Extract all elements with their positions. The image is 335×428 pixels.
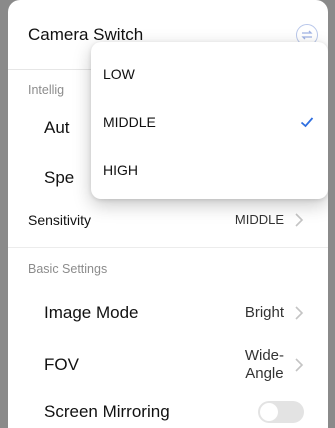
sensitivity-label: Sensitivity	[28, 212, 92, 228]
dropdown-option-label: LOW	[103, 66, 135, 82]
section-label-basic: Basic Settings	[28, 262, 108, 276]
fov-label: FOV	[44, 355, 79, 374]
chevron-right-icon	[295, 306, 304, 320]
dropdown-option-middle[interactable]: MIDDLE	[91, 98, 328, 146]
dropdown-option-label: HIGH	[103, 162, 138, 178]
dropdown-option-label: MIDDLE	[103, 114, 156, 130]
sensitivity-value: MIDDLE	[234, 212, 284, 227]
row-fov[interactable]: FOV Wide- Angle	[8, 345, 328, 385]
dropdown-option-high[interactable]: HIGH	[91, 146, 328, 194]
image-mode-label: Image Mode	[44, 303, 139, 322]
row-sensitivity[interactable]: Sensitivity MIDDLE	[8, 205, 328, 235]
settings-sheet: Camera Switch Intellig Aut Spe Sensitivi…	[8, 0, 328, 428]
row-screen-mirroring: Screen Mirroring	[8, 397, 328, 427]
toggle-knob	[260, 403, 278, 421]
image-mode-value: Bright	[244, 304, 284, 321]
screen-mirroring-label: Screen Mirroring	[44, 402, 170, 421]
row-speed-label: Spe	[44, 168, 75, 187]
chevron-right-icon	[295, 213, 304, 227]
row-image-mode[interactable]: Image Mode Bright	[8, 295, 328, 331]
fov-value: Wide- Angle	[245, 347, 284, 383]
section-label-intelligent: Intellig	[28, 83, 65, 97]
row-auto-label: Aut	[44, 118, 70, 137]
fov-value-line2: Angle	[245, 365, 284, 382]
checkmark-icon	[300, 117, 314, 128]
chevron-right-icon	[295, 358, 304, 372]
screen-mirroring-toggle[interactable]	[258, 401, 304, 423]
fov-value-line1: Wide-	[244, 347, 284, 364]
dropdown-option-low[interactable]: LOW	[91, 50, 328, 98]
sensitivity-dropdown: LOW MIDDLE HIGH	[91, 42, 328, 199]
